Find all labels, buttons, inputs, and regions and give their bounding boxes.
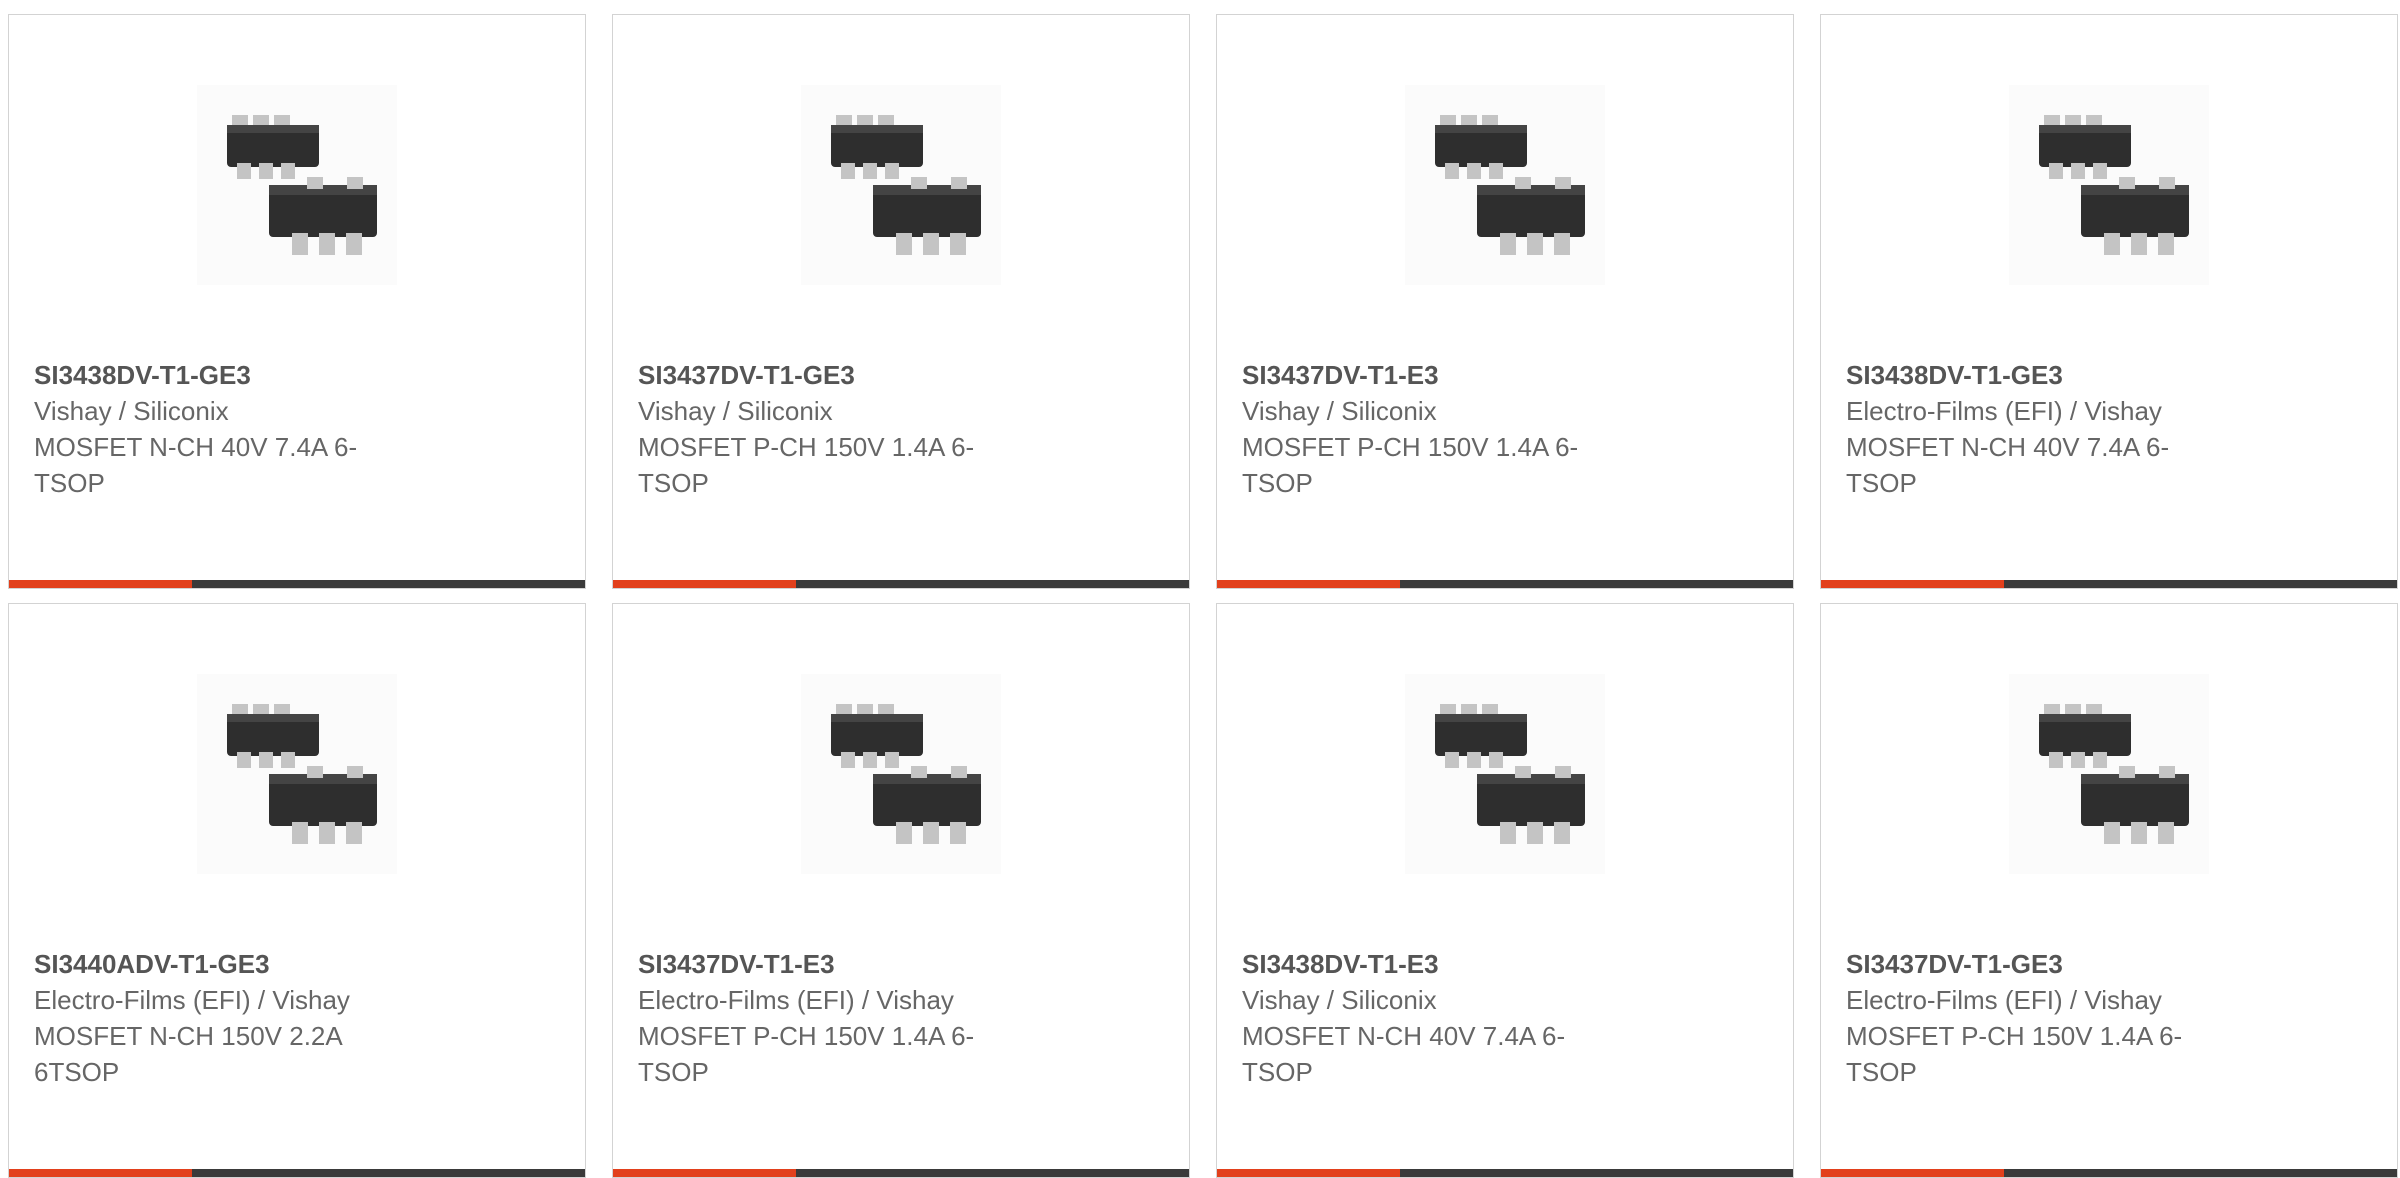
product-description: MOSFET N-CH 40V 7.4A 6-TSOP [1846,432,2170,498]
sot23-6-package-icon [197,674,397,874]
part-number[interactable]: SI3437DV-T1-E3 [1242,357,1642,393]
product-card[interactable]: SI3438DV-T1-GE3 Electro-Films (EFI) / Vi… [1820,14,2398,589]
card-bottom-bar [1821,580,2397,588]
product-card[interactable]: SI3437DV-T1-E3 Vishay / Siliconix MOSFET… [1216,14,1794,589]
card-bottom-bar [1821,1169,2397,1177]
product-card[interactable]: SI3437DV-T1-GE3 Vishay / Siliconix MOSFE… [612,14,1190,589]
card-accent-bar [613,580,796,588]
part-number[interactable]: SI3438DV-T1-E3 [1242,946,1642,982]
product-card[interactable]: SI3438DV-T1-GE3 Vishay / Siliconix MOSFE… [8,14,586,589]
product-card[interactable]: SI3437DV-T1-E3 Electro-Films (EFI) / Vis… [612,603,1190,1178]
part-number[interactable]: SI3437DV-T1-E3 [638,946,1038,982]
product-info: SI3438DV-T1-GE3 Electro-Films (EFI) / Vi… [1846,357,2246,501]
sot23-6-package-icon [2009,674,2209,874]
product-grid: SI3438DV-T1-GE3 Vishay / Siliconix MOSFE… [0,0,2400,1178]
part-number[interactable]: SI3437DV-T1-GE3 [638,357,1038,393]
manufacturer: Vishay / Siliconix [1242,396,1437,426]
product-description: MOSFET P-CH 150V 1.4A 6-TSOP [638,432,975,498]
product-description: MOSFET P-CH 150V 1.4A 6-TSOP [638,1021,975,1087]
sot23-6-package-icon [1405,674,1605,874]
card-accent-bar [1821,580,2004,588]
product-description: MOSFET N-CH 40V 7.4A 6-TSOP [34,432,358,498]
part-number[interactable]: SI3438DV-T1-GE3 [1846,357,2246,393]
product-card[interactable]: SI3438DV-T1-E3 Vishay / Siliconix MOSFET… [1216,603,1794,1178]
card-accent-bar [9,580,192,588]
card-bottom-bar [9,1169,585,1177]
card-bottom-bar [613,580,1189,588]
manufacturer: Vishay / Siliconix [1242,985,1437,1015]
card-bottom-bar [9,580,585,588]
sot23-6-package-icon [1405,85,1605,285]
manufacturer: Electro-Films (EFI) / Vishay [34,985,350,1015]
sot23-6-package-icon [197,85,397,285]
part-number[interactable]: SI3440ADV-T1-GE3 [34,946,434,982]
product-info: SI3438DV-T1-GE3 Vishay / Siliconix MOSFE… [34,357,434,501]
product-info: SI3437DV-T1-E3 Vishay / Siliconix MOSFET… [1242,357,1642,501]
card-accent-bar [1821,1169,2004,1177]
card-bottom-bar [613,1169,1189,1177]
product-info: SI3437DV-T1-GE3 Electro-Films (EFI) / Vi… [1846,946,2246,1090]
product-description: MOSFET P-CH 150V 1.4A 6-TSOP [1846,1021,2183,1087]
manufacturer: Electro-Films (EFI) / Vishay [638,985,954,1015]
card-bottom-bar [1217,580,1793,588]
card-accent-bar [1217,580,1400,588]
card-accent-bar [9,1169,192,1177]
card-bottom-bar [1217,1169,1793,1177]
product-description: MOSFET N-CH 150V 2.2A 6TSOP [34,1021,342,1087]
manufacturer: Electro-Films (EFI) / Vishay [1846,396,2162,426]
card-accent-bar [613,1169,796,1177]
card-accent-bar [1217,1169,1400,1177]
product-info: SI3437DV-T1-E3 Electro-Films (EFI) / Vis… [638,946,1038,1090]
manufacturer: Vishay / Siliconix [638,396,833,426]
sot23-6-package-icon [801,674,1001,874]
product-description: MOSFET N-CH 40V 7.4A 6-TSOP [1242,1021,1566,1087]
part-number[interactable]: SI3437DV-T1-GE3 [1846,946,2246,982]
product-info: SI3438DV-T1-E3 Vishay / Siliconix MOSFET… [1242,946,1642,1090]
sot23-6-package-icon [2009,85,2209,285]
sot23-6-package-icon [801,85,1001,285]
product-info: SI3437DV-T1-GE3 Vishay / Siliconix MOSFE… [638,357,1038,501]
manufacturer: Electro-Films (EFI) / Vishay [1846,985,2162,1015]
product-card[interactable]: SI3437DV-T1-GE3 Electro-Films (EFI) / Vi… [1820,603,2398,1178]
manufacturer: Vishay / Siliconix [34,396,229,426]
product-description: MOSFET P-CH 150V 1.4A 6-TSOP [1242,432,1579,498]
part-number[interactable]: SI3438DV-T1-GE3 [34,357,434,393]
product-info: SI3440ADV-T1-GE3 Electro-Films (EFI) / V… [34,946,434,1090]
product-card[interactable]: SI3440ADV-T1-GE3 Electro-Films (EFI) / V… [8,603,586,1178]
